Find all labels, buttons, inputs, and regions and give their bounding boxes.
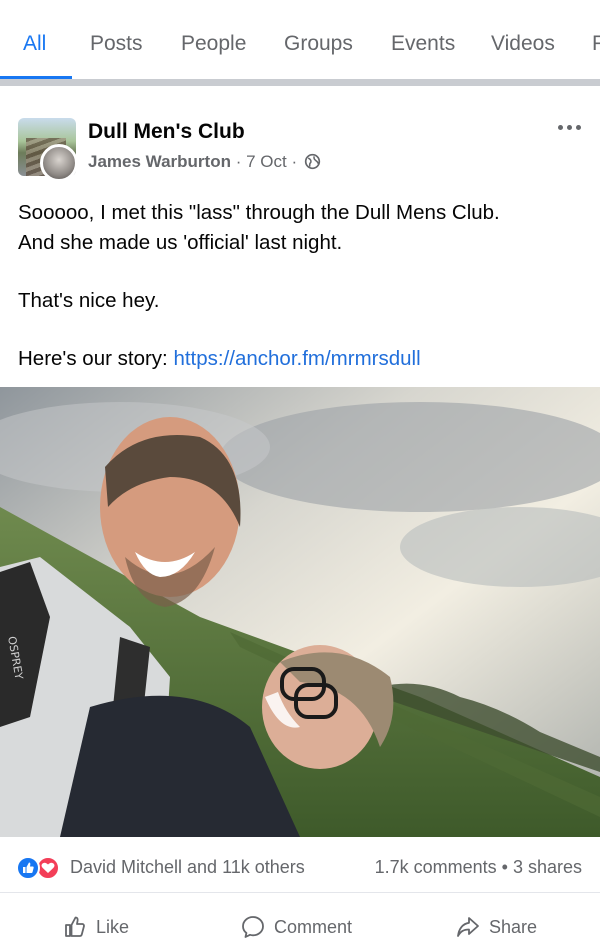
section-divider (0, 79, 600, 86)
selfie-illustration: OSPREY (0, 387, 600, 837)
comment-bubble-icon (242, 916, 264, 938)
tab-partial[interactable]: P (592, 32, 600, 56)
story-prefix: Here's our story: (18, 347, 174, 370)
search-filter-tabs: All Posts People Groups Events Videos P (0, 0, 600, 80)
post-paragraph: Here's our story: https://anchor.fm/mrmr… (18, 344, 588, 374)
post-line: And she made us 'official' last night. (18, 231, 343, 254)
tab-posts[interactable]: Posts (90, 32, 143, 56)
post-date[interactable]: 7 Oct (246, 152, 287, 171)
share-label: Share (489, 916, 538, 937)
story-link[interactable]: https://anchor.fm/mrmrsdull (173, 347, 420, 370)
tab-all[interactable]: All (23, 32, 46, 56)
post-header: Dull Men's Club James Warburton · 7 Oct … (0, 86, 600, 186)
thumbs-up-icon (65, 916, 85, 937)
reaction-names[interactable]: David Mitchell and 11k others (70, 857, 305, 878)
tab-groups[interactable]: Groups (284, 32, 353, 56)
reactions-summary: David Mitchell and 11k others 1.7k comme… (0, 840, 600, 895)
meta-separator: · (235, 152, 242, 171)
group-name[interactable]: Dull Men's Club (88, 120, 245, 144)
author-name[interactable]: James Warburton (88, 152, 231, 171)
reaction-icons[interactable] (16, 856, 68, 880)
divider (0, 892, 600, 893)
share-button[interactable]: Share (455, 913, 537, 941)
post-line: Sooooo, I met this "lass" through the Du… (18, 201, 500, 224)
post-paragraph: That's nice hey. (18, 286, 588, 316)
meta-separator: · (291, 152, 298, 171)
comments-count[interactable]: 1.7k comments (375, 857, 497, 877)
engagement-counts: 1.7k comments • 3 shares (375, 857, 582, 878)
like-label: Like (96, 916, 130, 937)
post-line: That's nice hey. (18, 289, 160, 312)
like-icon (16, 856, 40, 880)
tab-videos[interactable]: Videos (491, 32, 555, 56)
comment-button[interactable]: Comment (240, 913, 352, 941)
globe-icon (304, 153, 321, 170)
post-body: Sooooo, I met this "lass" through the Du… (18, 198, 588, 402)
post-meta: James Warburton · 7 Oct · (88, 152, 321, 172)
shares-count[interactable]: 3 shares (513, 857, 582, 877)
more-options-icon[interactable] (556, 120, 584, 134)
comment-label: Comment (274, 916, 353, 937)
share-arrow-icon (457, 917, 479, 937)
post-actions: Like Comment Share (0, 895, 600, 950)
post-paragraph: Sooooo, I met this "lass" through the Du… (18, 198, 588, 258)
avatar[interactable] (40, 144, 78, 182)
post-photo[interactable]: OSPREY (0, 387, 600, 837)
like-button[interactable]: Like (62, 913, 129, 941)
counts-dot: • (501, 857, 508, 877)
tab-events[interactable]: Events (391, 32, 455, 56)
tab-people[interactable]: People (181, 32, 246, 56)
